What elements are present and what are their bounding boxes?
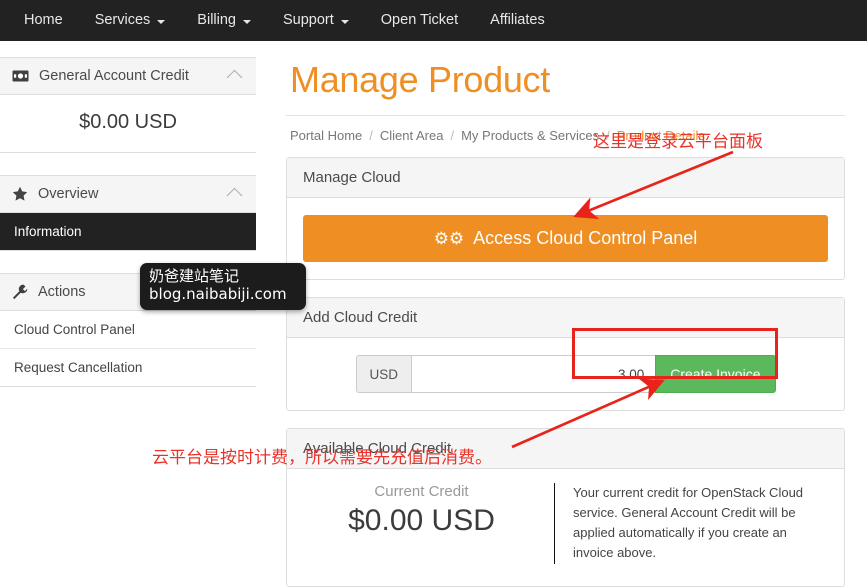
available-cloud-credit-body: Current Credit $0.00 USD Your current cr…	[287, 469, 844, 586]
nav-item-label: Affiliates	[490, 0, 545, 41]
nav-item-support[interactable]: Support	[267, 0, 365, 41]
nav-item-label: Support	[283, 0, 334, 41]
breadcrumb-item-my-products-services[interactable]: My Products & Services	[461, 128, 599, 143]
sidebar-item-cloud-control-panel[interactable]: Cloud Control Panel	[0, 311, 256, 349]
breadcrumb-separator: /	[369, 128, 373, 143]
sidebar: General Account Credit $0.00 USD Overvie…	[0, 41, 256, 557]
available-cloud-credit-heading: Available Cloud Credit	[287, 429, 844, 469]
general-account-credit-title: General Account Credit	[39, 68, 229, 84]
current-credit-label: Current Credit	[303, 483, 540, 500]
page-body: General Account Credit $0.00 USD Overvie…	[0, 41, 867, 557]
star-icon	[12, 186, 28, 202]
nav-item-affiliates[interactable]: Affiliates	[474, 0, 561, 41]
add-cloud-credit-panel: Add Cloud Credit USD Create Invoice	[286, 297, 845, 411]
breadcrumb-item-product-details: Product Details	[617, 128, 705, 143]
breadcrumb-separator: /	[450, 128, 454, 143]
breadcrumb-separator: /	[606, 128, 610, 143]
manage-cloud-heading: Manage Cloud	[287, 158, 844, 198]
access-cloud-control-panel-button[interactable]: ⚙⚙ Access Cloud Control Panel	[303, 215, 828, 262]
nav-item-services[interactable]: Services	[79, 0, 182, 41]
nav-item-label: Home	[24, 0, 63, 41]
breadcrumb-item-client-area[interactable]: Client Area	[380, 128, 444, 143]
credit-amount-input-group: USD Create Invoice	[356, 355, 776, 393]
chevron-down-icon	[341, 20, 349, 24]
chevron-up-icon[interactable]	[227, 188, 243, 204]
available-cloud-credit-panel: Available Cloud Credit Current Credit $0…	[286, 428, 845, 587]
create-invoice-button[interactable]: Create Invoice	[655, 355, 775, 393]
currency-addon: USD	[356, 355, 412, 393]
breadcrumb: Portal Home / Client Area / My Products …	[286, 115, 845, 157]
sidebar-item-request-cancellation[interactable]: Request Cancellation	[0, 349, 256, 386]
nav-item-billing[interactable]: Billing	[181, 0, 267, 41]
add-cloud-credit-heading: Add Cloud Credit	[287, 298, 844, 338]
nav-item-label: Services	[95, 0, 151, 41]
actions-header[interactable]: Actions	[0, 274, 256, 311]
sidebar-panel-general-account-credit: General Account Credit $0.00 USD	[0, 57, 256, 153]
overview-header[interactable]: Overview	[0, 176, 256, 213]
chevron-up-icon[interactable]	[227, 70, 243, 86]
page-title: Manage Product	[290, 59, 845, 101]
wrench-icon	[12, 284, 28, 300]
top-navigation-bar: Home Services Billing Support Open Ticke…	[0, 0, 867, 41]
chevron-up-icon[interactable]	[227, 286, 243, 302]
sidebar-item-information[interactable]: Information	[0, 213, 256, 250]
sidebar-panel-actions: Actions Cloud Control Panel Request Canc…	[0, 273, 256, 387]
sidebar-panel-overview: Overview Information	[0, 175, 256, 251]
general-account-credit-amount: $0.00 USD	[0, 95, 256, 152]
main-content: Manage Product Portal Home / Client Area…	[256, 41, 867, 557]
overview-title: Overview	[38, 186, 229, 202]
cogs-icon: ⚙⚙	[434, 229, 464, 248]
breadcrumb-item-portal-home[interactable]: Portal Home	[290, 128, 362, 143]
available-cloud-credit-description: Your current credit for OpenStack Cloud …	[555, 483, 828, 564]
nav-item-label: Open Ticket	[381, 0, 458, 41]
money-bill-icon	[12, 70, 29, 82]
access-cloud-control-panel-label: Access Cloud Control Panel	[473, 228, 697, 248]
chevron-down-icon	[157, 20, 165, 24]
current-credit-block: Current Credit $0.00 USD	[303, 483, 555, 564]
add-cloud-credit-body: USD Create Invoice	[287, 338, 844, 410]
manage-cloud-panel: Manage Cloud ⚙⚙ Access Cloud Control Pane…	[286, 157, 845, 280]
manage-cloud-body: ⚙⚙ Access Cloud Control Panel	[287, 198, 844, 279]
actions-title: Actions	[38, 284, 229, 300]
credit-amount-input[interactable]	[411, 355, 655, 393]
nav-item-open-ticket[interactable]: Open Ticket	[365, 0, 474, 41]
nav-item-label: Billing	[197, 0, 236, 41]
general-account-credit-header[interactable]: General Account Credit	[0, 58, 256, 95]
current-credit-value: $0.00 USD	[303, 504, 540, 538]
nav-item-home[interactable]: Home	[8, 0, 79, 41]
chevron-down-icon	[243, 20, 251, 24]
